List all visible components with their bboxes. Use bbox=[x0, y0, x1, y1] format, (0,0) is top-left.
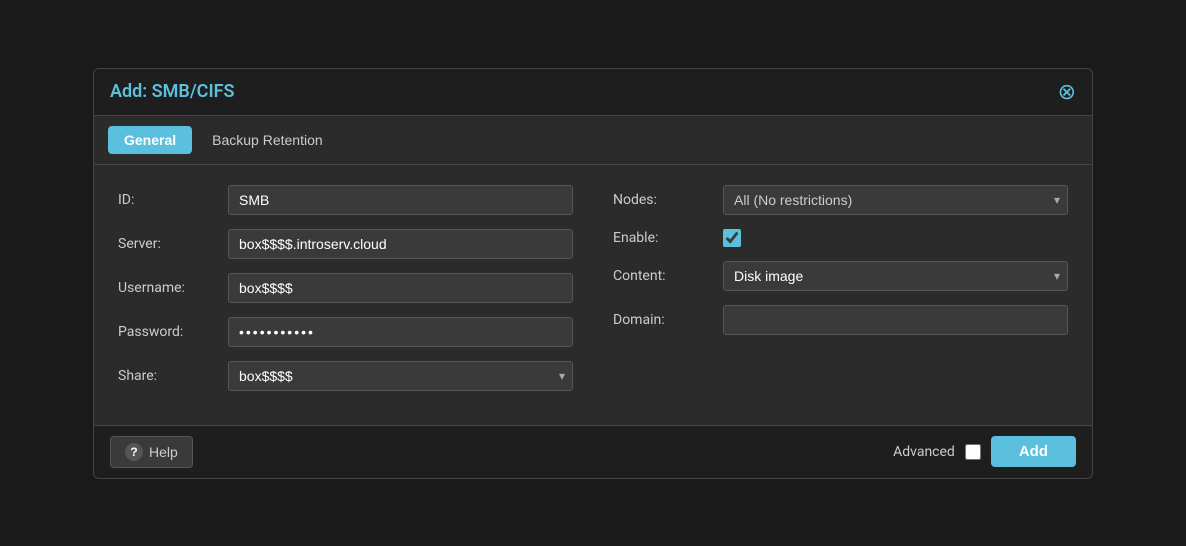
close-button[interactable]: ⊗ bbox=[1058, 81, 1076, 103]
help-icon: ? bbox=[125, 443, 143, 461]
username-field[interactable] bbox=[228, 273, 573, 303]
username-label: Username: bbox=[118, 280, 228, 296]
nodes-select-wrapper: All (No restrictions) ▾ bbox=[723, 185, 1068, 215]
server-row: Server: bbox=[118, 229, 573, 259]
form-right-column: Nodes: All (No restrictions) ▾ Enable: bbox=[613, 185, 1068, 405]
nodes-select[interactable]: All (No restrictions) bbox=[723, 185, 1068, 215]
enable-label: Enable: bbox=[613, 230, 723, 246]
domain-label: Domain: bbox=[613, 312, 723, 328]
enable-checkbox-wrapper bbox=[723, 229, 741, 247]
footer-right: Advanced Add bbox=[893, 436, 1076, 467]
share-label: Share: bbox=[118, 368, 228, 384]
content-select-wrapper: Disk image ▾ bbox=[723, 261, 1068, 291]
password-field[interactable] bbox=[228, 317, 573, 347]
password-row: Password: bbox=[118, 317, 573, 347]
enable-checkbox[interactable] bbox=[723, 229, 741, 247]
password-label: Password: bbox=[118, 324, 228, 340]
domain-field[interactable] bbox=[723, 305, 1068, 335]
form-left-column: ID: Server: Username: Password: bbox=[118, 185, 573, 405]
help-label: Help bbox=[149, 444, 178, 460]
advanced-label: Advanced bbox=[893, 444, 955, 460]
content-label: Content: bbox=[613, 268, 723, 284]
server-field[interactable] bbox=[228, 229, 573, 259]
username-row: Username: bbox=[118, 273, 573, 303]
dialog-header: Add: SMB/CIFS ⊗ bbox=[94, 69, 1092, 116]
domain-row: Domain: bbox=[613, 305, 1068, 335]
enable-row: Enable: bbox=[613, 229, 1068, 247]
form-grid: ID: Server: Username: Password: bbox=[118, 185, 1068, 405]
advanced-checkbox[interactable] bbox=[965, 444, 981, 460]
id-row: ID: bbox=[118, 185, 573, 215]
share-select[interactable]: box$$$$ bbox=[228, 361, 573, 391]
share-row: Share: box$$$$ ▾ bbox=[118, 361, 573, 391]
dialog-title: Add: SMB/CIFS bbox=[110, 81, 235, 102]
tab-general[interactable]: General bbox=[108, 126, 192, 154]
content-row: Content: Disk image ▾ bbox=[613, 261, 1068, 291]
share-select-wrapper: box$$$$ ▾ bbox=[228, 361, 573, 391]
id-label: ID: bbox=[118, 192, 228, 208]
server-label: Server: bbox=[118, 236, 228, 252]
dialog-footer: ? Help Advanced Add bbox=[94, 425, 1092, 478]
tabs-bar: General Backup Retention bbox=[94, 116, 1092, 165]
id-field[interactable] bbox=[228, 185, 573, 215]
dialog-container: Add: SMB/CIFS ⊗ General Backup Retention… bbox=[93, 68, 1093, 479]
nodes-label: Nodes: bbox=[613, 192, 723, 208]
help-button[interactable]: ? Help bbox=[110, 436, 193, 468]
tab-backup-retention[interactable]: Backup Retention bbox=[196, 126, 339, 154]
form-area: ID: Server: Username: Password: bbox=[94, 165, 1092, 425]
add-button[interactable]: Add bbox=[991, 436, 1076, 467]
nodes-row: Nodes: All (No restrictions) ▾ bbox=[613, 185, 1068, 215]
content-select[interactable]: Disk image bbox=[723, 261, 1068, 291]
